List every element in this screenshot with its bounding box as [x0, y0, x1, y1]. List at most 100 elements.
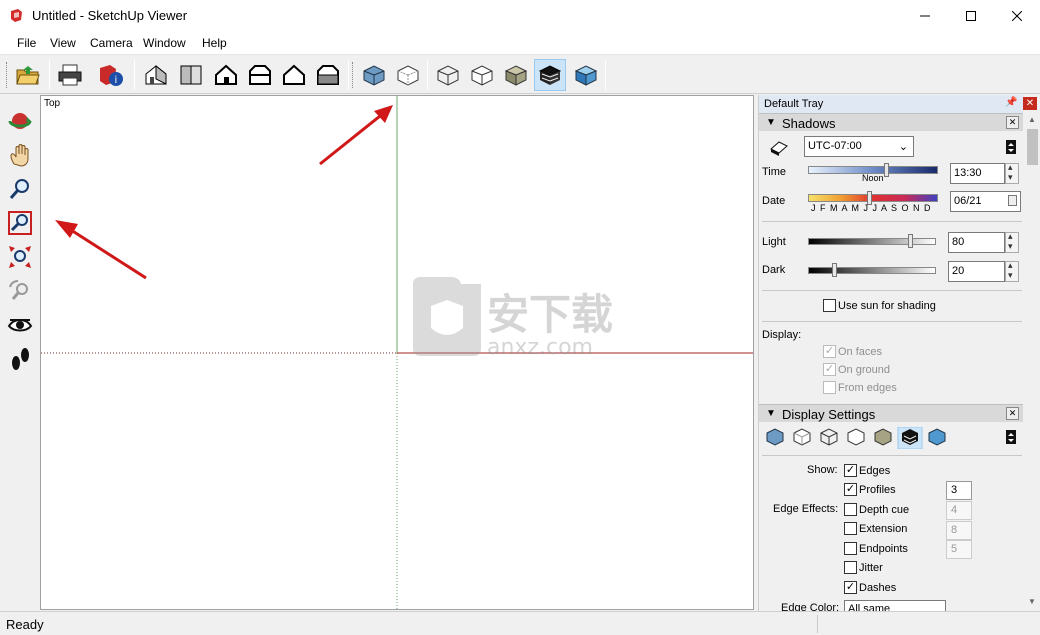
maximize-button[interactable] — [948, 0, 994, 31]
monochrome-style-icon[interactable] — [928, 428, 946, 446]
light-slider-thumb[interactable] — [908, 234, 914, 248]
dark-spinner[interactable] — [1005, 260, 1019, 282]
wireframe-style-icon[interactable] — [820, 428, 838, 446]
monochrome-style-icon[interactable] — [570, 59, 602, 91]
depth-cue-checkbox[interactable] — [844, 503, 857, 516]
look-around-eye-icon[interactable] — [4, 309, 36, 341]
walk-footprints-icon[interactable] — [4, 343, 36, 375]
main-toolbar: i — [0, 56, 1040, 94]
profiles-checkbox[interactable]: ✓ — [844, 483, 857, 496]
date-label: Date — [762, 195, 786, 207]
on-faces-checkbox[interactable]: ✓ — [823, 345, 836, 358]
back-view-icon[interactable] — [278, 59, 310, 91]
shaded-style-icon[interactable] — [874, 428, 892, 446]
date-input[interactable]: 06/21 — [950, 191, 1021, 212]
right-view-icon[interactable] — [244, 59, 276, 91]
tray-close-icon[interactable]: ✕ — [1023, 97, 1037, 110]
shaded-style-icon[interactable] — [500, 59, 532, 91]
svg-text:安下载: 安下载 — [487, 290, 613, 339]
edge-effects-label: Edge Effects: — [773, 503, 839, 515]
tray-scrollbar[interactable]: ▲ ▼ — [1024, 113, 1040, 611]
light-input[interactable]: 80 — [948, 232, 1005, 253]
xray-style-icon[interactable] — [766, 428, 784, 446]
shadow-toggle-icon[interactable] — [768, 139, 790, 157]
back-edges-style-icon[interactable] — [392, 59, 424, 91]
iso-view-icon[interactable] — [140, 59, 172, 91]
zoom-extents-icon[interactable] — [4, 241, 36, 273]
edges-checkbox[interactable]: ✓ — [844, 464, 857, 477]
axes-canvas: 安下载 anxz.com — [41, 96, 753, 609]
shaded-textures-style-icon[interactable] — [534, 59, 566, 91]
menu-bar: File View Camera Window Help — [0, 31, 1040, 55]
edge-color-select[interactable]: All same — [844, 600, 946, 611]
print-icon[interactable] — [54, 59, 86, 91]
timezone-select[interactable]: UTC-07:00 ⌄ — [804, 136, 914, 157]
dashes-checkbox[interactable]: ✓ — [844, 581, 857, 594]
time-input[interactable]: 13:30 — [950, 163, 1005, 184]
use-sun-label: Use sun for shading — [838, 300, 936, 312]
depth-cue-label: Depth cue — [859, 504, 910, 516]
camera-toolbar — [0, 95, 39, 609]
dark-input[interactable]: 20 — [948, 261, 1005, 282]
expand-details-icon[interactable] — [1005, 429, 1017, 445]
menu-camera[interactable]: Camera — [90, 36, 133, 50]
dashes-label: Dashes — [859, 582, 897, 594]
panel-close-icon[interactable]: ✕ — [1006, 116, 1019, 129]
pan-hand-icon[interactable] — [4, 139, 36, 171]
shadows-panel-header[interactable]: ▼ Shadows ✕ — [759, 113, 1023, 131]
svg-text:anxz.com: anxz.com — [487, 335, 593, 360]
left-view-icon[interactable] — [312, 59, 344, 91]
on-ground-checkbox[interactable]: ✓ — [823, 363, 836, 376]
endpoints-checkbox[interactable] — [844, 542, 857, 555]
dark-slider[interactable] — [808, 267, 936, 274]
hidden-line-style-icon[interactable] — [847, 428, 865, 446]
edge-color-label: Edge Color: — [781, 602, 840, 611]
time-spinner[interactable] — [1005, 162, 1019, 184]
hidden-line-style-icon[interactable] — [466, 59, 498, 91]
zoom-icon[interactable] — [4, 173, 36, 205]
light-slider[interactable] — [808, 238, 936, 245]
watermark: 安下载 anxz.com — [413, 277, 613, 360]
top-view-icon[interactable] — [175, 59, 207, 91]
profiles-input[interactable]: 3 — [946, 481, 972, 500]
light-spinner[interactable] — [1005, 231, 1019, 253]
display-settings-panel-header[interactable]: ▼ Display Settings ✕ — [759, 404, 1023, 422]
time-slider-thumb[interactable] — [884, 163, 889, 177]
from-edges-label: From edges — [838, 382, 897, 394]
xray-style-icon[interactable] — [358, 59, 390, 91]
extension-checkbox[interactable] — [844, 522, 857, 535]
front-view-icon[interactable] — [210, 59, 242, 91]
dark-slider-thumb[interactable] — [831, 263, 837, 277]
previous-view-icon[interactable] — [4, 275, 36, 307]
model-info-icon[interactable]: i — [95, 59, 127, 91]
close-button[interactable] — [994, 0, 1040, 31]
jitter-checkbox[interactable] — [844, 561, 857, 574]
wireframe-style-icon[interactable] — [432, 59, 464, 91]
calendar-icon[interactable] — [1008, 195, 1017, 206]
from-edges-checkbox[interactable] — [823, 381, 836, 394]
endpoints-label: Endpoints — [859, 543, 908, 555]
drawing-viewport[interactable]: Top 安下载 anxz.com — [40, 95, 754, 610]
panel-close-icon[interactable]: ✕ — [1006, 407, 1019, 420]
expand-details-icon[interactable] — [1005, 139, 1017, 155]
on-ground-label: On ground — [838, 364, 890, 376]
scrollbar-thumb[interactable] — [1027, 129, 1038, 165]
date-slider[interactable] — [808, 194, 938, 202]
use-sun-checkbox[interactable] — [823, 299, 836, 312]
minimize-button[interactable] — [902, 0, 948, 31]
zoom-window-icon[interactable] — [4, 207, 36, 239]
menu-view[interactable]: View — [50, 36, 76, 50]
scroll-up-icon[interactable]: ▲ — [1028, 115, 1036, 124]
open-folder-icon[interactable] — [12, 59, 44, 91]
time-label: Time — [762, 166, 787, 178]
menu-help[interactable]: Help — [202, 36, 227, 50]
menu-file[interactable]: File — [17, 36, 36, 50]
depth-cue-input[interactable]: 4 — [946, 501, 972, 520]
extension-input[interactable]: 8 — [946, 521, 972, 540]
back-edges-style-icon[interactable] — [793, 428, 811, 446]
endpoints-input[interactable]: 5 — [946, 540, 972, 559]
scroll-down-icon[interactable]: ▼ — [1028, 597, 1036, 606]
pin-icon[interactable]: 📌 — [1005, 97, 1017, 108]
menu-window[interactable]: Window — [143, 36, 186, 50]
orbit-icon[interactable] — [4, 105, 36, 137]
